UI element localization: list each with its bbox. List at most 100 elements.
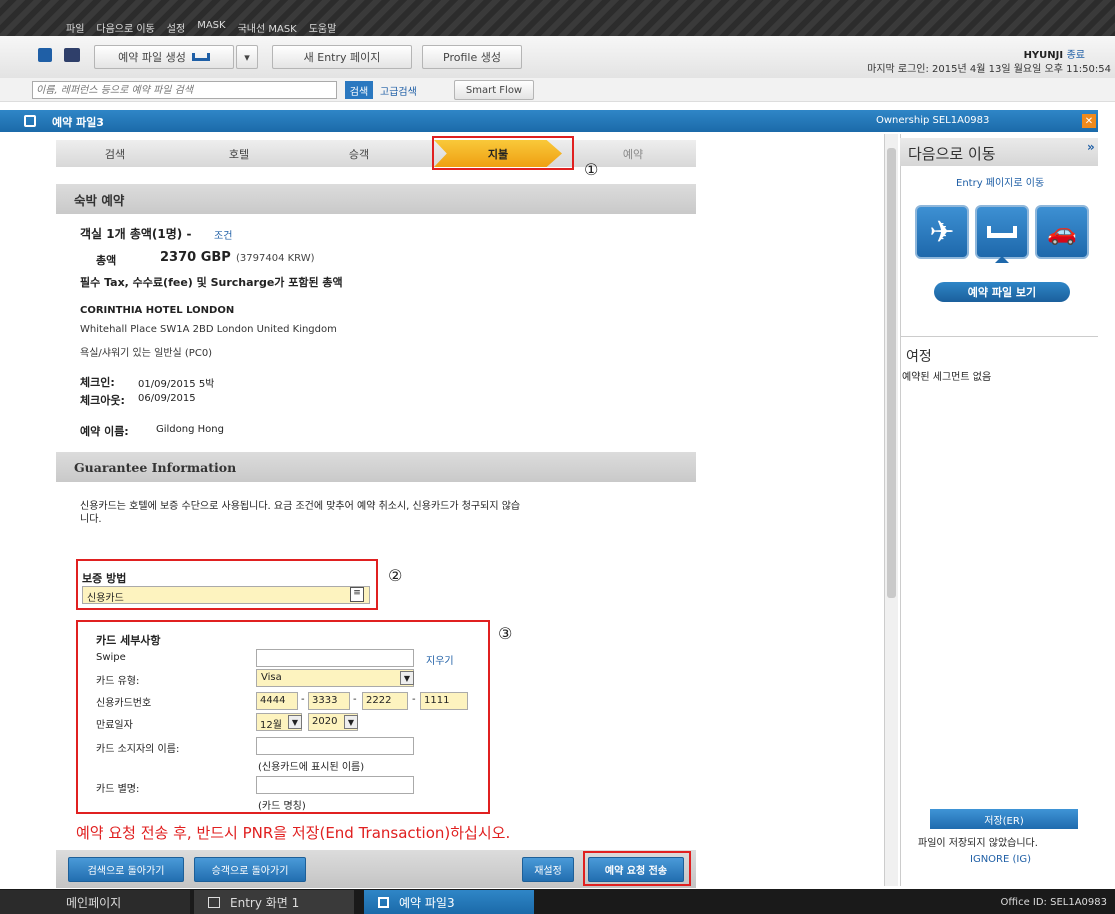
annotation-1: ① [584,160,599,179]
card-type-select[interactable]: Visa [256,669,414,687]
pnr-icon [24,115,36,127]
air-tile[interactable]: ✈ [915,205,969,259]
new-entry-label: 새 Entry 페이지 [303,51,381,64]
close-icon[interactable]: ✕ [1082,114,1096,128]
clear-link[interactable]: 지우기 [426,652,454,667]
caret-down-icon: ▾ [244,50,250,64]
highlight-box-1 [432,136,574,170]
room-total-label: 객실 1개 총액(1명) - [80,227,192,241]
annotation-3: ③ [498,624,513,643]
view-pnr-button[interactable]: 예약 파일 보기 [934,282,1070,302]
back-to-passenger-button[interactable]: 승객으로 돌아가기 [194,857,306,882]
expiry-month-dropdown-icon[interactable]: ▼ [288,715,302,729]
step-search[interactable]: 검색 [56,140,174,167]
dash-2: - [353,694,357,705]
hotel-name: CORINTHIA HOTEL LONDON [80,305,235,316]
list-icon[interactable]: ≡ [350,587,364,602]
task-main[interactable]: 메인페이지 [0,890,190,914]
task-pnr-label: 예약 파일3 [399,895,455,910]
checkin-label: 체크인: [80,376,115,389]
task-entry-label: Entry 화면 1 [230,895,300,910]
main-scrollbar[interactable] [884,134,898,886]
toolbar: 예약 파일 생성 ▾ 새 Entry 페이지 Profile 생성 HYUNJI… [0,36,1115,78]
expiry-month-value: 12월 [260,720,282,731]
booking-section-header: 숙박 예약 [56,184,696,214]
card-holder-label: 카드 소지자의 이름: [96,744,180,755]
profile-button[interactable]: Profile 생성 [422,45,522,69]
divider [900,336,1098,337]
save-icon[interactable] [38,48,52,62]
conditions-link[interactable]: 조건 [214,227,232,242]
card-number-part2[interactable]: 3333 [308,692,350,710]
guarantee-section-header: Guarantee Information [56,452,696,482]
annotation-2: ② [388,566,403,585]
guarantee-method-label: 보증 방법 [82,572,127,585]
card-type-value: Visa [261,672,282,683]
create-pnr-dropdown[interactable]: ▾ [236,45,258,69]
checkout-value: 06/09/2015 [138,393,196,404]
no-segments-text: 예약된 세그먼트 없음 [902,372,992,383]
new-entry-button[interactable]: 새 Entry 페이지 [272,45,412,69]
dash-1: - [301,694,305,705]
hotel-address: Whitehall Place SW1A 2BD London United K… [80,324,337,335]
total-value: 2370 GBP [160,250,231,265]
menu-goto[interactable]: 다음으로 이동 [96,20,154,35]
ignore-link[interactable]: IGNORE (IG) [970,854,1031,865]
scrollbar-thumb[interactable] [887,148,896,598]
card-number-part4[interactable]: 1111 [420,692,468,710]
car-icon: 🚗 [1047,218,1077,246]
card-holder-input[interactable] [256,737,414,755]
task-pnr[interactable]: 예약 파일3 [364,890,534,914]
card-holder-hint: (신용카드에 표시된 이름) [258,762,365,773]
card-alias-input[interactable] [256,776,414,794]
card-alias-label: 카드 별명: [96,784,140,795]
tax-note: 필수 Tax, 수수료(fee) 및 Surcharge가 포함된 총액 [80,276,343,289]
pnr-search-input[interactable] [32,81,337,99]
menu-domestic-mask[interactable]: 국내선 MASK [238,20,297,35]
swipe-input[interactable] [256,649,414,667]
booking-name-value: Gildong Hong [156,424,224,435]
end-transaction-warning: 예약 요청 전송 후, 반드시 PNR을 저장(End Transaction)… [76,824,511,842]
smart-flow-button[interactable]: Smart Flow [454,80,534,100]
menu-help[interactable]: 도움말 [309,20,337,35]
reset-button[interactable]: 재설정 [522,857,574,882]
profile-label: Profile 생성 [443,51,501,64]
guarantee-method-value: 신용카드 [87,593,124,604]
checkout-label: 체크아웃: [80,394,125,407]
bed-icon [191,53,210,61]
back-to-search-button[interactable]: 검색으로 돌아가기 [68,857,184,882]
menu-file[interactable]: 파일 [66,20,84,35]
not-saved-text: 파일이 저장되지 않았습니다. [918,838,1038,849]
advanced-search-link[interactable]: 고급검색 [380,83,417,98]
task-entry[interactable]: Entry 화면 1 [194,890,354,914]
pnr-title: 예약 파일3 [52,116,104,129]
menu-settings[interactable]: 설정 [167,20,185,35]
expiry-year-dropdown-icon[interactable]: ▼ [344,715,358,729]
step-hotel[interactable]: 호텔 [180,140,298,167]
menu-bar: 파일 다음으로 이동 설정 MASK 국내선 MASK 도움말 [0,0,1115,36]
create-pnr-button[interactable]: 예약 파일 생성 [94,45,234,69]
checkin-value: 01/09/2015 5박 [138,379,215,390]
ownership-label: Ownership SEL1A0983 [876,115,990,126]
room-type: 욕실/샤워기 있는 일반실 (PC0) [80,348,213,359]
card-type-dropdown-icon[interactable]: ▼ [400,671,414,685]
office-id: Office ID: SEL1A0983 [1000,897,1107,908]
search-button[interactable]: 검색 [345,81,373,99]
swipe-label: Swipe [96,652,126,663]
card-number-part3[interactable]: 2222 [362,692,408,710]
entry-page-link[interactable]: Entry 페이지로 이동 [956,174,1044,189]
last-login: 마지막 로그인: 2015년 4월 13일 월요일 오후 11:50:54 [867,64,1111,75]
car-tile[interactable]: 🚗 [1035,205,1089,259]
pnr-title-bar: 예약 파일3 Ownership SEL1A0983 ✕ [0,110,1098,132]
guarantee-method-select[interactable]: 신용카드 [82,586,370,604]
collapse-icon[interactable]: » [1087,140,1095,154]
step-passenger[interactable]: 승객 [300,140,418,167]
card-number-label: 신용카드번호 [96,698,152,709]
menu-mask[interactable]: MASK [197,20,225,35]
hotel-tile[interactable] [975,205,1029,259]
goto-title: 다음으로 이동 [908,145,996,163]
print-icon[interactable] [64,48,80,62]
save-er-button[interactable]: 저장(ER) [930,809,1078,829]
expiry-year-value: 2020 [312,716,338,727]
card-number-part1[interactable]: 4444 [256,692,298,710]
